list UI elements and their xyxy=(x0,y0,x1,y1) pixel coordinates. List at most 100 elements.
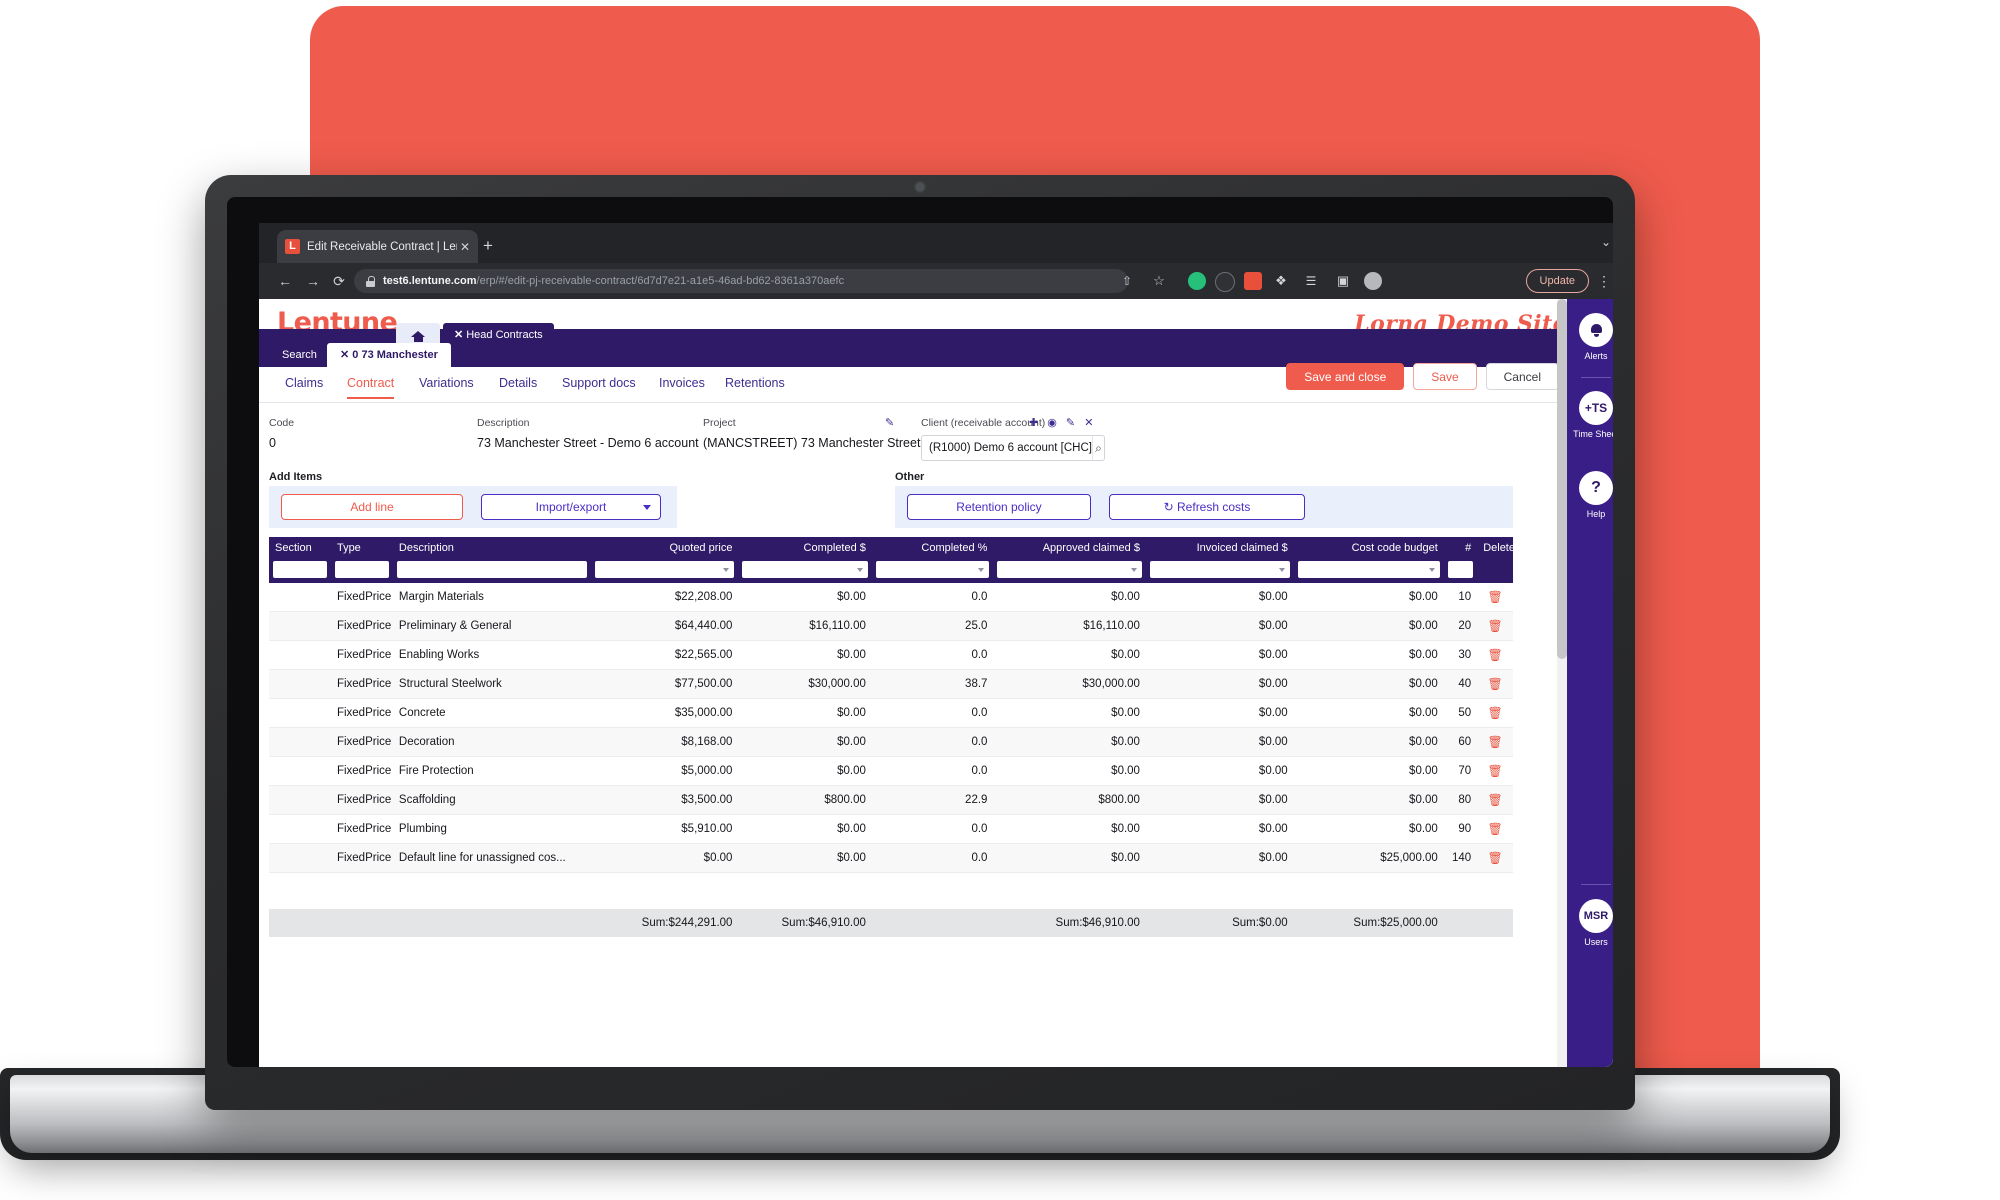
filter-invoiced-input[interactable] xyxy=(1149,561,1290,578)
filter-completed-d-input[interactable] xyxy=(742,561,868,578)
rail-item-alerts[interactable]: Alerts xyxy=(1567,313,1613,362)
url-domain: test6.lentune.com xyxy=(383,275,477,287)
delete-row-button[interactable]: 🗑 xyxy=(1477,727,1513,757)
bookmark-star-icon[interactable]: ☆ xyxy=(1149,271,1169,291)
add-line-button[interactable]: Add line xyxy=(281,494,463,520)
col-section[interactable]: Section xyxy=(269,537,331,559)
col-description[interactable]: Description xyxy=(392,537,591,559)
refresh-costs-button[interactable]: ↻ Refresh costs xyxy=(1109,494,1305,520)
col-completed-dollar[interactable]: Completed $ xyxy=(738,537,872,559)
puzzle-icon[interactable]: ❖ xyxy=(1271,271,1291,291)
subnav-contract[interactable]: Contract xyxy=(347,376,395,399)
tab-73-manchester[interactable]: ✕ 0 73 Manchester xyxy=(327,343,451,367)
cell-type: FixedPrice xyxy=(330,669,393,699)
delete-row-button[interactable]: 🗑 xyxy=(1477,640,1513,670)
new-tab-button[interactable]: + xyxy=(477,235,499,257)
cancel-button[interactable]: Cancel xyxy=(1485,363,1559,390)
reading-list-icon[interactable]: ☰ xyxy=(1301,271,1321,291)
col-delete[interactable]: Delete xyxy=(1477,537,1515,559)
tab-search[interactable]: Search xyxy=(269,343,330,367)
table-row[interactable]: FixedPrice Structural Steelwork $77,500.00… xyxy=(269,669,1513,699)
subnav-variations[interactable]: Variations xyxy=(419,376,474,390)
col-completed-percent[interactable]: Completed % xyxy=(871,537,994,559)
rail-item-users[interactable]: MSR Users xyxy=(1567,899,1613,948)
extension-dark-icon[interactable] xyxy=(1215,271,1235,292)
subnav-retentions[interactable]: Retentions xyxy=(725,376,785,390)
split-view-icon[interactable]: ▣ xyxy=(1333,271,1353,291)
delete-row-button[interactable]: 🗑 xyxy=(1477,669,1513,699)
extension-red-icon[interactable] xyxy=(1243,271,1263,291)
filter-budget-input[interactable] xyxy=(1297,561,1440,578)
filter-description-input[interactable] xyxy=(396,561,587,578)
table-spacer-row xyxy=(269,873,1513,910)
table-row[interactable]: FixedPrice Decoration $8,168.00 $0.00 0.0 $0.… xyxy=(269,727,1513,757)
table-row[interactable]: FixedPrice Preliminary & General $64,440.0… xyxy=(269,611,1513,641)
filter-number-input[interactable] xyxy=(1447,561,1474,578)
col-type[interactable]: Type xyxy=(330,537,393,559)
cell-number: 60 xyxy=(1443,727,1478,757)
filter-approved-input[interactable] xyxy=(997,561,1142,578)
forward-icon[interactable]: → xyxy=(303,271,323,291)
table-row[interactable]: FixedPrice Default line for unassigned co… xyxy=(269,843,1513,873)
save-and-close-button[interactable]: Save and close xyxy=(1286,363,1405,390)
delete-row-button[interactable]: 🗑 xyxy=(1477,756,1513,786)
url-path: /erp/#/edit-pj-receivable-contract/6d7d7… xyxy=(476,275,845,287)
close-icon[interactable]: ✕ xyxy=(460,240,470,254)
browser-tab[interactable]: L Edit Receivable Contract | Lent ✕ xyxy=(277,230,478,263)
cell-completed-percent: 0.0 xyxy=(871,640,994,670)
client-search-input[interactable]: (R1000) Demo 6 account [CHC] ⌕ xyxy=(921,435,1105,461)
client-value: (R1000) Demo 6 account [CHC] xyxy=(929,442,1092,454)
reload-icon[interactable]: ⟳ xyxy=(329,271,349,291)
save-button[interactable]: Save xyxy=(1413,363,1477,390)
import-export-button[interactable]: Import/export xyxy=(481,494,661,520)
filter-section-input[interactable] xyxy=(273,561,327,578)
search-icon[interactable]: ⌕ xyxy=(1091,436,1104,460)
filter-completed-p-input[interactable] xyxy=(875,561,990,578)
browser-menu-icon[interactable]: ⋮ xyxy=(1597,270,1611,292)
delete-row-button[interactable]: 🗑 xyxy=(1477,698,1513,728)
client-action-icons[interactable]: ✚ ◉ ✎ ✕ xyxy=(1029,416,1096,429)
filter-type-input[interactable] xyxy=(334,561,389,578)
filter-invoiced-cell xyxy=(1145,559,1294,583)
delete-row-button[interactable]: 🗑 xyxy=(1477,583,1513,612)
edit-icon[interactable]: ✎ xyxy=(885,416,894,429)
col-cost-code-budget[interactable]: Cost code budget xyxy=(1293,537,1444,559)
table-row[interactable]: FixedPrice Concrete $35,000.00 $0.00 0.0 $0.0… xyxy=(269,698,1513,728)
subnav-claims[interactable]: Claims xyxy=(285,376,323,390)
col-approved-claimed[interactable]: Approved claimed $ xyxy=(993,537,1146,559)
cell-cost-code-budget: $0.00 xyxy=(1293,669,1444,699)
filter-quoted-input[interactable] xyxy=(594,561,735,578)
table-row[interactable]: FixedPrice Enabling Works $22,565.00 $0.00 0… xyxy=(269,640,1513,670)
col-quoted-price[interactable]: Quoted price xyxy=(590,537,739,559)
table-row[interactable]: FixedPrice Plumbing $5,910.00 $0.00 0.0 $0.00… xyxy=(269,814,1513,844)
col-number[interactable]: # xyxy=(1443,537,1478,559)
rail-item-timesheet[interactable]: +TS Time Sheet xyxy=(1567,391,1613,440)
delete-row-button[interactable]: 🗑 xyxy=(1477,611,1513,641)
cell-approved-claimed: $0.00 xyxy=(993,756,1146,786)
delete-row-button[interactable]: 🗑 xyxy=(1477,785,1513,815)
share-icon[interactable]: ⇧ xyxy=(1117,271,1137,291)
rail-item-help[interactable]: ? Help xyxy=(1567,471,1613,520)
subnav-support-docs[interactable]: Support docs xyxy=(562,376,636,390)
chevron-down-icon[interactable] xyxy=(643,505,651,510)
table-row[interactable]: FixedPrice Scaffolding $3,500.00 $800.00 22.… xyxy=(269,785,1513,815)
chevron-down-icon[interactable]: ⌄ xyxy=(1601,235,1611,249)
avatar[interactable] xyxy=(1363,271,1383,291)
table-row[interactable]: FixedPrice Fire Protection $5,000.00 $0.00 0… xyxy=(269,756,1513,786)
extension-green-icon[interactable] xyxy=(1187,271,1207,291)
address-bar[interactable]: test6.lentune.com/erp/#/edit-pj-receivab… xyxy=(354,269,1128,293)
back-icon[interactable]: ← xyxy=(275,271,295,291)
table-body: FixedPrice Margin Materials $22,208.00 $0.0… xyxy=(269,583,1513,873)
contract-form: Code 0 Description 73 Manchester Street … xyxy=(259,413,1613,471)
subnav-details[interactable]: Details xyxy=(499,376,537,390)
col-invoiced-claimed[interactable]: Invoiced claimed $ xyxy=(1145,537,1294,559)
close-icon[interactable]: ✕ xyxy=(454,329,463,341)
table-row[interactable]: FixedPrice Margin Materials $22,208.00 $0.0… xyxy=(269,583,1513,612)
subnav-invoices[interactable]: Invoices xyxy=(659,376,705,390)
delete-row-button[interactable]: 🗑 xyxy=(1477,843,1513,873)
timesheet-icon: +TS xyxy=(1579,391,1613,425)
page-scrollbar-thumb[interactable] xyxy=(1557,299,1567,659)
retention-policy-button[interactable]: Retention policy xyxy=(907,494,1091,520)
delete-row-button[interactable]: 🗑 xyxy=(1477,814,1513,844)
update-button[interactable]: Update xyxy=(1525,269,1589,293)
